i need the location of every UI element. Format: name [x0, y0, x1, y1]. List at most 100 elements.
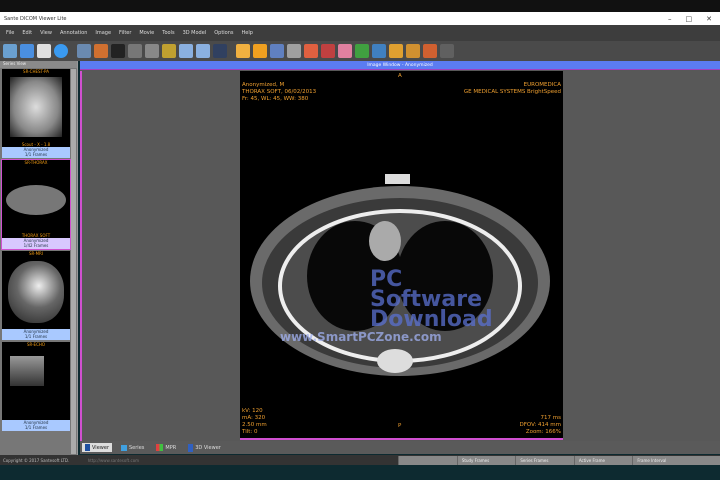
- tab-viewer[interactable]: Viewer: [82, 443, 112, 452]
- status-field: [398, 455, 457, 465]
- tab-label: Series: [129, 444, 145, 451]
- watermark-line: Download: [370, 307, 493, 332]
- roi-icon[interactable]: [304, 44, 318, 58]
- patient-name: Anonymized, M: [242, 82, 285, 88]
- zoom-icon[interactable]: [270, 44, 284, 58]
- tab-label: Viewer: [92, 444, 109, 451]
- tilt: Tilt: 0: [242, 429, 258, 435]
- ct-slice-image: [250, 174, 550, 376]
- menu-filter[interactable]: Filter: [119, 30, 131, 36]
- mri-image: [8, 261, 64, 323]
- lock-icon[interactable]: [128, 44, 142, 58]
- menu-view[interactable]: View: [40, 30, 52, 36]
- overlay-bottom-right: 717 ms DFOV: 414 mm Zoom: 166%: [519, 415, 561, 436]
- eye-icon[interactable]: [111, 44, 125, 58]
- dicom-image-viewport[interactable]: A Anonymized, M THORAX SOFT, 06/02/2013 …: [240, 71, 563, 440]
- minimize-button[interactable]: –: [668, 15, 672, 23]
- viewer-icon: [85, 444, 90, 451]
- menu-edit[interactable]: Edit: [22, 30, 32, 36]
- website-link[interactable]: http://www.santesoft.com: [78, 458, 399, 463]
- orientation-bottom: P: [398, 423, 402, 429]
- frame-interval[interactable]: Frame Interval: [632, 455, 720, 465]
- colormap-icon[interactable]: [162, 44, 176, 58]
- menu-image[interactable]: Image: [95, 30, 111, 36]
- info-icon[interactable]: [54, 44, 68, 58]
- mpr-icon: [156, 444, 164, 451]
- open-icon[interactable]: [3, 44, 17, 58]
- pencil-icon[interactable]: [423, 44, 437, 58]
- active-border: [80, 71, 82, 441]
- tab-label: 3D Viewer: [195, 444, 221, 451]
- brightness-icon[interactable]: [253, 44, 267, 58]
- menu-file[interactable]: File: [6, 30, 14, 36]
- thumb-title: SR-MRI: [28, 251, 43, 256]
- series-icon: [121, 444, 127, 451]
- overlay-bottom-left: kV: 120 mA: 320 2.50 mm Tilt: 0: [242, 408, 267, 436]
- 3d-icon: [188, 443, 194, 452]
- menu-movie[interactable]: Movie: [139, 30, 154, 36]
- series-panel: Series View SR-CHEST-PA Scout - X - 1.8 …: [0, 61, 78, 455]
- hand-icon[interactable]: [236, 44, 250, 58]
- document-icon[interactable]: [37, 44, 51, 58]
- magnifier-icon[interactable]: [287, 44, 301, 58]
- series-thumb[interactable]: SR-CHEST-PA Scout - X - 1.8 Anonymized 1/…: [2, 69, 70, 158]
- window-level: Fr: 45, WL: 45, WW: 380: [242, 96, 309, 102]
- ellipse-icon[interactable]: [321, 44, 335, 58]
- menu-tools[interactable]: Tools: [162, 30, 174, 36]
- filter-icon[interactable]: [94, 44, 108, 58]
- series-date: THORAX SOFT, 06/02/2013: [242, 89, 317, 95]
- orientation-top: A: [398, 73, 402, 79]
- tab-series[interactable]: Series: [118, 444, 147, 452]
- menu-3d-model[interactable]: 3D Model: [183, 30, 207, 36]
- thumb-subtitle: THORAX SOFT: [21, 233, 51, 238]
- slice-thickness: 2.50 mm: [242, 422, 267, 428]
- exposure-time: 717 ms: [540, 415, 561, 421]
- thumb-subtitle: Scout - X - 1.8: [21, 142, 51, 147]
- tab-mpr[interactable]: MPR: [153, 443, 179, 452]
- menu-annotation[interactable]: Annotation: [60, 30, 87, 36]
- maximize-button[interactable]: □: [686, 15, 693, 23]
- thumb-frames: 1/42 Frames: [23, 243, 49, 248]
- text-icon[interactable]: [440, 44, 454, 58]
- film-icon[interactable]: [213, 44, 227, 58]
- image-window-title: Image Window - Anonymized: [80, 61, 720, 70]
- layout-icon[interactable]: [179, 44, 193, 58]
- grid-icon[interactable]: [145, 44, 159, 58]
- polygon-icon[interactable]: [338, 44, 352, 58]
- angle-icon[interactable]: [389, 44, 403, 58]
- series-thumb[interactable]: SR-MRI Anonymized 1/1 Frames: [2, 251, 70, 340]
- close-button[interactable]: ✕: [706, 15, 712, 23]
- thumb-frames: 1/1 Frames: [24, 334, 48, 339]
- tab-3d-viewer[interactable]: 3D Viewer: [185, 443, 224, 453]
- thumb-frames: 1/1 Frames: [24, 152, 48, 157]
- menu-help[interactable]: Help: [242, 30, 253, 36]
- series-thumb[interactable]: SR-ECHO Anonymized 1/1 Frames: [2, 342, 70, 431]
- series-thumb[interactable]: SR-THORAX THORAX SOFT Anonymized 1/42 Fra…: [1, 159, 71, 250]
- layout-fit-icon[interactable]: [196, 44, 210, 58]
- menu-options[interactable]: Options: [214, 30, 233, 36]
- folder-icon[interactable]: [20, 44, 34, 58]
- series-scrollbar[interactable]: [71, 69, 76, 454]
- overlay-top-left: Anonymized, M THORAX SOFT, 06/02/2013 Fr…: [242, 82, 316, 103]
- rotate-icon[interactable]: [77, 44, 91, 58]
- thumb-title: SR-ECHO: [26, 342, 46, 347]
- thumb-title: SR-CHEST-PA: [23, 69, 49, 74]
- cobb-angle-icon[interactable]: [406, 44, 420, 58]
- dfov: DFOV: 414 mm: [519, 422, 561, 428]
- arrow-icon[interactable]: [372, 44, 386, 58]
- title-bar: Sante DICOM Viewer Lite – □ ✕: [0, 12, 720, 25]
- zoom-level: Zoom: 166%: [525, 429, 561, 435]
- ma: mA: 320: [242, 415, 266, 421]
- watermark-line: www.SmartPCZone.com: [280, 330, 442, 344]
- app-title: Sante DICOM Viewer Lite: [4, 15, 67, 22]
- menu-bar: File Edit View Annotation Image Filter M…: [0, 25, 720, 41]
- overlay-top-right: EUROMEDICA GE MEDICAL SYSTEMS BrightSpee…: [464, 82, 561, 96]
- copyright-text: Copyright © 2017 Santesoft LTD.: [3, 457, 70, 463]
- study-frames: Study Frames: [456, 455, 516, 465]
- line-icon[interactable]: [355, 44, 369, 58]
- watermark: PC Software Download www.SmartPCZone.com: [280, 269, 493, 345]
- series-panel-header: Series View: [0, 61, 77, 68]
- view-tabs: Viewer Series MPR 3D Viewer: [80, 441, 720, 454]
- manufacturer: GE MEDICAL SYSTEMS BrightSpeed: [463, 89, 561, 95]
- screen-top: [0, 0, 720, 12]
